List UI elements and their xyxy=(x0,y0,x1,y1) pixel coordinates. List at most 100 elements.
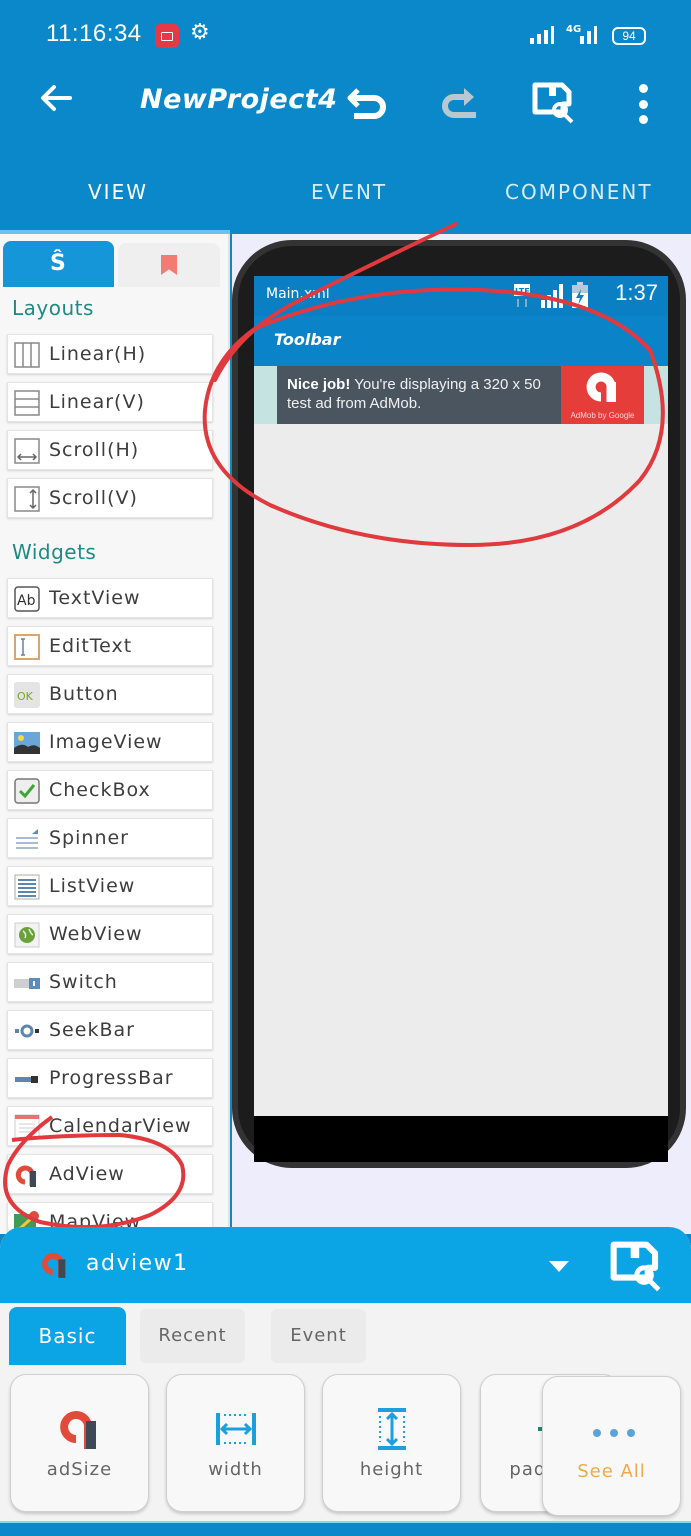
palette-item-label: Switch xyxy=(49,971,118,993)
tab-component[interactable]: COMPONENT xyxy=(505,180,653,204)
palette-item-label: AdView xyxy=(49,1163,125,1185)
selected-widget-name: adview1 xyxy=(86,1251,189,1276)
palette-item-label: SeekBar xyxy=(49,1019,135,1041)
palette-tab-widgets[interactable]: Ŝ xyxy=(3,241,114,287)
tab-view[interactable]: VIEW xyxy=(88,180,148,204)
palette-item-adview[interactable]: AdView xyxy=(7,1154,213,1194)
undo-button[interactable] xyxy=(344,82,388,126)
webview-icon xyxy=(14,922,40,948)
palette-item-calendarview[interactable]: CalendarView xyxy=(7,1106,213,1146)
save-button[interactable] xyxy=(532,82,576,126)
scroll-horizontal-icon xyxy=(14,438,40,464)
edittext-icon xyxy=(14,634,40,660)
palette-item-label: Linear(V) xyxy=(49,391,145,413)
adsize-icon xyxy=(59,1411,96,1449)
palette-item-listview[interactable]: ListView xyxy=(7,866,213,906)
svg-text:LTE: LTE xyxy=(515,287,530,296)
imageview-icon xyxy=(14,732,40,754)
scroll-vertical-icon xyxy=(14,486,40,512)
network-type: 4G xyxy=(566,24,582,35)
project-title: NewProject4 xyxy=(140,84,338,115)
svg-text:OK: OK xyxy=(17,690,34,703)
phone-bottom-bezel xyxy=(254,1116,668,1162)
back-button[interactable] xyxy=(36,78,76,129)
palette-item-button[interactable]: OK Button xyxy=(7,674,213,714)
palette-item-scroll-h[interactable]: Scroll(H) xyxy=(7,430,213,470)
calendar-icon xyxy=(14,1114,40,1140)
more-vertical-icon xyxy=(638,84,648,93)
save-properties-button[interactable] xyxy=(610,1241,666,1297)
textview-icon: Ab xyxy=(14,586,40,612)
width-icon xyxy=(215,1413,256,1445)
battery-charging-icon xyxy=(572,282,588,308)
signal-icon xyxy=(530,26,554,44)
linear-horizontal-icon xyxy=(14,342,40,368)
property-card-label: height xyxy=(359,1459,424,1480)
redo-icon xyxy=(442,88,476,118)
palette-item-label: ListView xyxy=(49,875,136,897)
palette-item-seekbar[interactable]: SeekBar xyxy=(7,1010,213,1050)
palette-item-label: EditText xyxy=(49,635,133,657)
preview-time: 1:37 xyxy=(615,280,658,305)
phone-frame: Main.xml LTE 1:37 Toolbar Nice job! You'… xyxy=(232,240,686,1168)
palette-item-linear-v[interactable]: Linear(V) xyxy=(7,382,213,422)
status-bar: 11:16:34 ⚙ 4G 94 xyxy=(0,0,691,72)
screen-record-icon xyxy=(155,24,179,48)
signal-4g-icon xyxy=(580,26,597,44)
more-horizontal-icon xyxy=(593,1429,635,1437)
test-ad-banner: Nice job! You're displaying a 320 x 50 t… xyxy=(277,366,561,424)
palette-item-checkbox[interactable]: CheckBox xyxy=(7,770,213,810)
redo-button[interactable] xyxy=(438,82,482,126)
palette-item-textview[interactable]: Ab TextView xyxy=(7,578,213,618)
property-card-label: adSize xyxy=(46,1459,113,1480)
palette-item-label: CalendarView xyxy=(49,1115,192,1137)
property-card-width[interactable]: width xyxy=(166,1374,305,1512)
arrow-left-icon xyxy=(41,85,72,111)
property-panel-header: adview1 xyxy=(0,1227,691,1303)
widget-selector-dropdown[interactable] xyxy=(549,1261,569,1272)
palette-item-label: WebView xyxy=(49,923,143,945)
height-icon xyxy=(377,1408,406,1450)
tab-event[interactable]: EVENT xyxy=(311,180,387,204)
property-card-adsize[interactable]: adSize xyxy=(10,1374,149,1512)
save-icon xyxy=(610,1241,661,1292)
palette-item-label: Scroll(H) xyxy=(49,439,140,461)
save-icon xyxy=(532,82,574,124)
status-time: 11:16:34 xyxy=(46,20,142,47)
widget-palette: Ŝ Layouts Linear(H) Linear(V) Scroll(H) … xyxy=(0,234,230,1234)
adview-icon xyxy=(42,1253,66,1278)
cell-signal-icon xyxy=(541,284,563,308)
property-card-height[interactable]: height xyxy=(322,1374,461,1512)
palette-item-spinner[interactable]: Spinner xyxy=(7,818,213,858)
palette-item-edittext[interactable]: EditText xyxy=(7,626,213,666)
palette-item-label: ImageView xyxy=(49,731,163,753)
see-all-button[interactable]: See All xyxy=(542,1376,681,1516)
property-tab-recent[interactable]: Recent xyxy=(140,1309,245,1363)
palette-item-label: Button xyxy=(49,683,119,705)
palette-item-linear-h[interactable]: Linear(H) xyxy=(7,334,213,374)
phone-screen[interactable]: Main.xml LTE 1:37 Toolbar Nice job! You'… xyxy=(254,276,668,1116)
sketchware-icon: Ŝ xyxy=(50,251,66,276)
property-tab-basic[interactable]: Basic xyxy=(9,1307,126,1365)
palette-item-switch[interactable]: Switch xyxy=(7,962,213,1002)
property-tab-event[interactable]: Event xyxy=(271,1309,366,1363)
linear-vertical-icon xyxy=(14,390,40,416)
preview-toolbar[interactable]: Toolbar xyxy=(254,316,668,366)
palette-item-scroll-v[interactable]: Scroll(V) xyxy=(7,478,213,518)
palette-tab-bookmarks[interactable] xyxy=(118,243,220,287)
adview-preview[interactable]: Nice job! You're displaying a 320 x 50 t… xyxy=(254,366,668,424)
spinner-icon xyxy=(16,829,38,849)
palette-item-label: Linear(H) xyxy=(49,343,147,365)
palette-item-label: TextView xyxy=(49,587,141,609)
progressbar-icon xyxy=(15,1076,38,1083)
more-options-button[interactable] xyxy=(636,84,650,124)
adview-icon xyxy=(15,1165,36,1187)
battery-indicator: 94 xyxy=(612,27,646,45)
layouts-heading: Layouts xyxy=(12,296,94,320)
design-canvas: Main.xml LTE 1:37 Toolbar Nice job! You'… xyxy=(232,234,691,1234)
palette-item-imageview[interactable]: ImageView xyxy=(7,722,213,762)
palette-item-webview[interactable]: WebView xyxy=(7,914,213,954)
admob-logo: AdMob by Google xyxy=(561,366,644,424)
palette-item-progressbar[interactable]: ProgressBar xyxy=(7,1058,213,1098)
preview-status-bar: Main.xml LTE 1:37 xyxy=(254,276,668,316)
